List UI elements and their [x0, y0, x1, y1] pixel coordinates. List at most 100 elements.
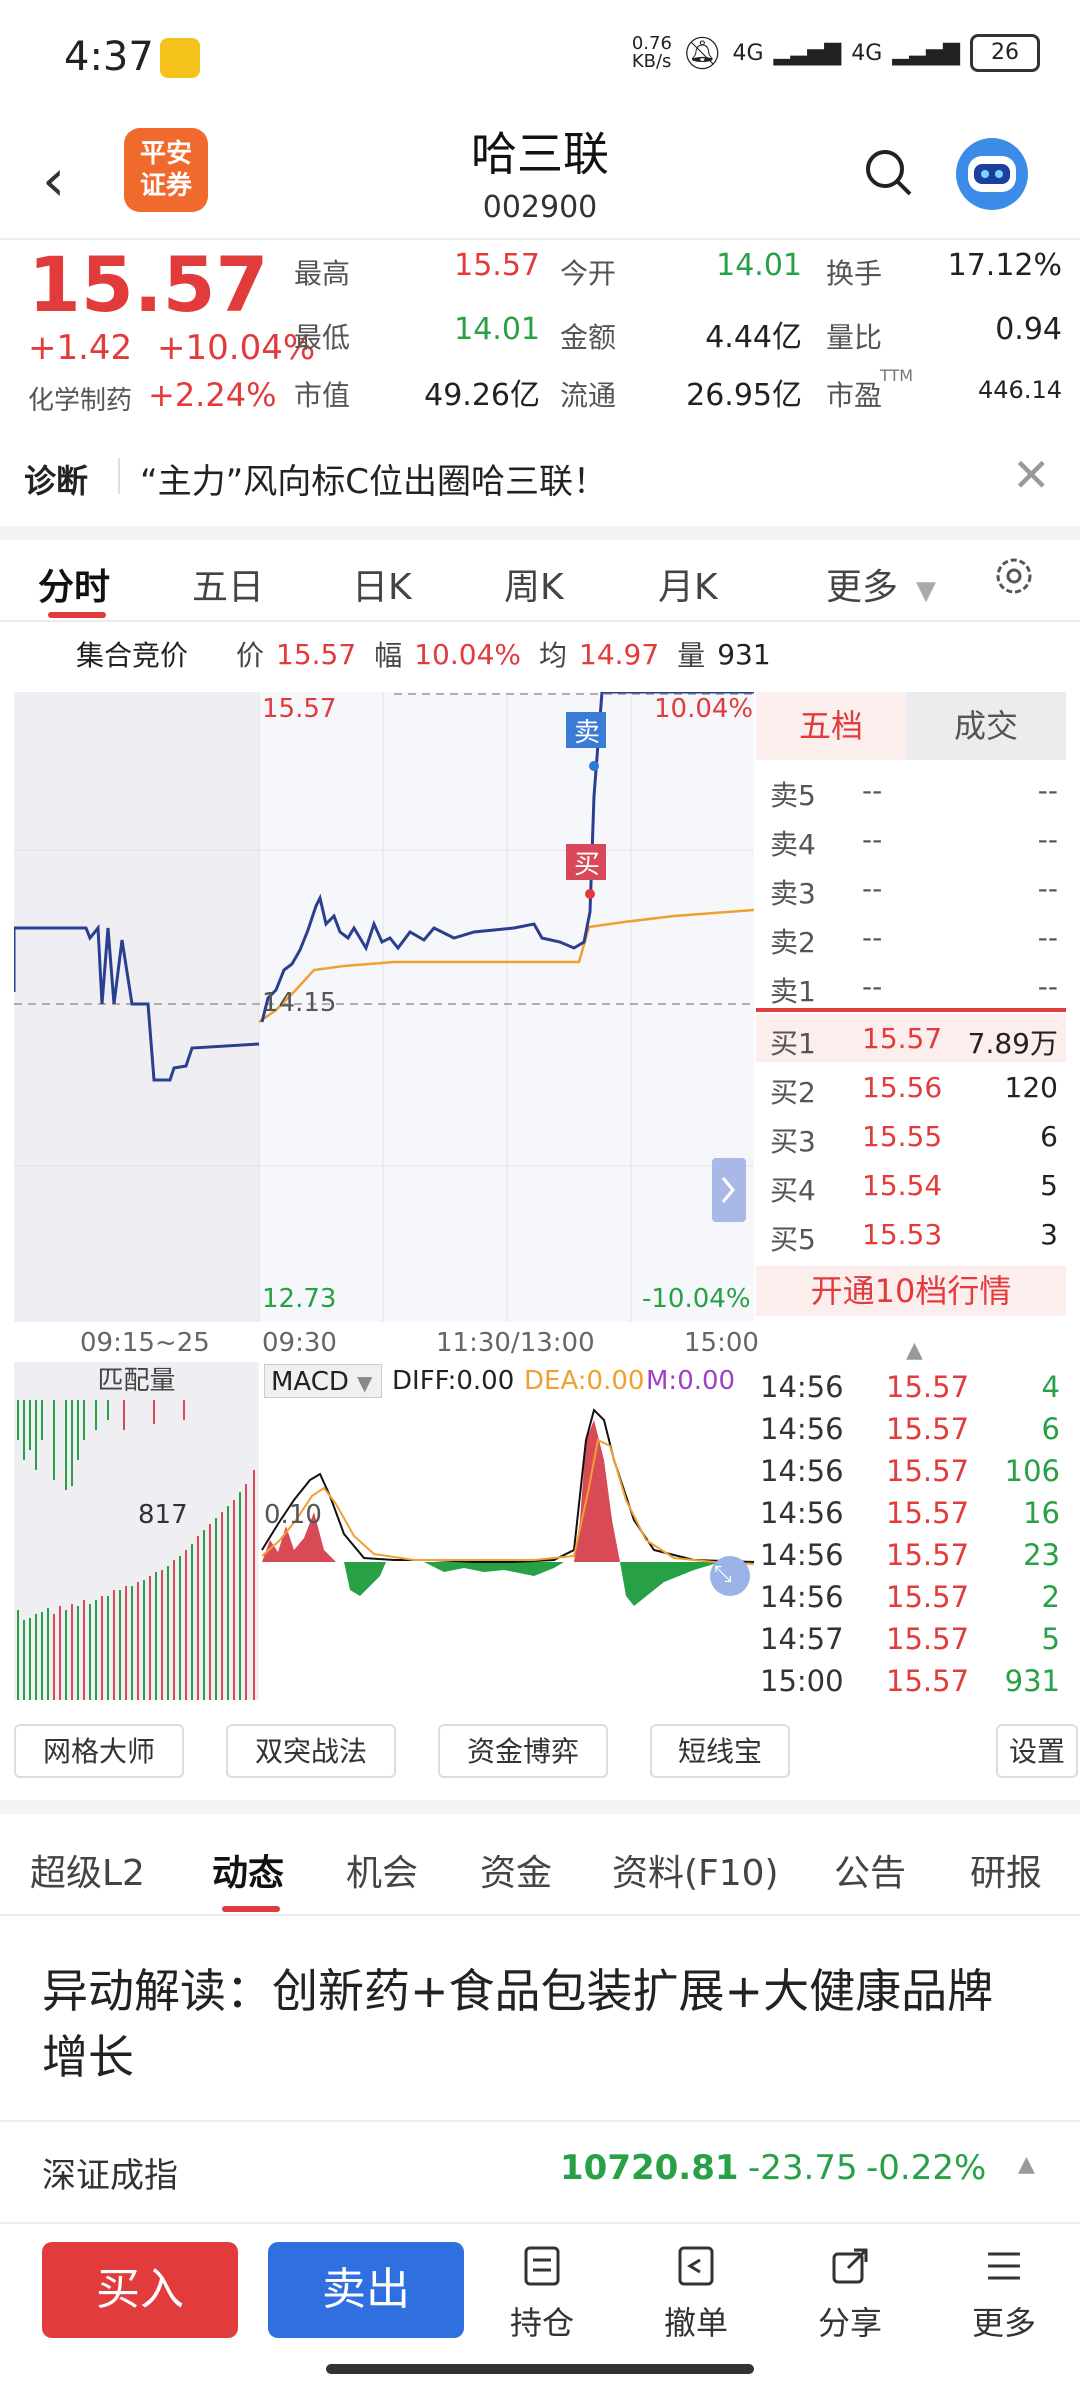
sell-button[interactable]: 卖出 — [268, 2242, 464, 2338]
diagnosis-text[interactable]: “主力”风向标C位出圈哈三联！ — [140, 454, 607, 503]
buy-button[interactable]: 买入 — [42, 2242, 238, 2338]
index-ticker[interactable]: 深证成指 10720.81 -23.75 -0.22% ▲ — [0, 2120, 1080, 2222]
quote-value-3: 14.01 — [454, 312, 540, 347]
buy-marker[interactable]: 买 — [574, 844, 600, 881]
auction-price: 15.57 — [276, 637, 357, 671]
ask-row[interactable]: 卖3 -- -- — [756, 864, 1066, 912]
share-icon — [832, 2248, 868, 2284]
macd-header: 匹配量 MACD ▼ DIFF:0.00 DEA:0.00 M:0.00 — [14, 1362, 754, 1400]
macd-m: M:0.00 — [646, 1366, 736, 1396]
quote-label-6: 市值 — [294, 379, 351, 412]
ask-row[interactable]: 卖2 -- -- — [756, 913, 1066, 961]
tick-row: 15:00 15.57 931 — [760, 1664, 1060, 1698]
expand-up-icon[interactable]: ▲ — [1018, 2152, 1035, 2177]
tab-opportunity[interactable]: 机会 — [346, 1844, 418, 1896]
undo-icon — [678, 2246, 714, 2286]
index-pct: -0.22% — [866, 2148, 987, 2188]
tick-row: 14:56 15.57 2 — [760, 1580, 1060, 1614]
tab-five-levels[interactable]: 五档 — [756, 692, 906, 760]
auction-info: 集合竞价 价 15.57 幅 10.04% 均 14.97 量 931 — [0, 624, 1080, 684]
auction-pct: 10.04% — [414, 637, 521, 671]
tab-research[interactable]: 研报 — [970, 1844, 1042, 1896]
auction-label: 集合竞价 — [76, 639, 189, 672]
tab-weekly-k[interactable]: 周K — [504, 558, 564, 610]
match-volume-label: 匹配量 — [14, 1362, 259, 1400]
share-button[interactable]: 分享 — [800, 2244, 900, 2344]
network-2: 4G — [851, 40, 883, 66]
assistant-robot-icon[interactable] — [956, 138, 1028, 210]
grid-master-button[interactable]: 网格大师 — [14, 1724, 184, 1778]
bid-row[interactable]: 买2 15.56 120 — [756, 1063, 1066, 1111]
quote-value-0: 15.57 — [454, 248, 540, 283]
strategy-settings-button[interactable]: 设置 — [996, 1724, 1078, 1778]
sell-marker[interactable]: 卖 — [574, 712, 600, 749]
cancel-order-button[interactable]: 撤单 — [646, 2244, 746, 2344]
network-1: 4G — [732, 40, 764, 66]
more-button[interactable]: 更多 — [954, 2244, 1054, 2344]
active-subtab-indicator — [222, 1906, 280, 1912]
bid-row[interactable]: 买5 15.53 3 — [756, 1210, 1066, 1258]
index-name: 深证成指 — [42, 2156, 178, 2196]
tab-daily-k[interactable]: 日K — [352, 558, 412, 610]
indicator-select[interactable]: MACD ▼ — [264, 1364, 382, 1398]
quote-label-0: 最高 — [294, 257, 351, 290]
upgrade-l2-banner[interactable]: 开通10档行情 — [756, 1266, 1066, 1316]
tab-funds[interactable]: 资金 — [480, 1844, 552, 1896]
tab-monthly-k[interactable]: 月K — [658, 558, 718, 610]
tab-more[interactable]: 更多 ▼ — [826, 558, 936, 610]
close-icon[interactable]: ✕ — [1012, 448, 1051, 502]
ask-row[interactable]: 卖4 -- -- — [756, 815, 1066, 863]
tick-row: 14:57 15.57 5 — [760, 1622, 1060, 1656]
tick-row: 14:56 15.57 4 — [760, 1370, 1060, 1404]
last-price: 15.57 — [28, 240, 269, 329]
signal-icon-1: ▂▃▅▇ — [773, 40, 842, 66]
tab-super-l2[interactable]: 超级L2 — [30, 1844, 145, 1896]
chart-tabs: 分时 五日 日K 周K 月K 更多 ▼ — [0, 540, 1080, 622]
settings-icon[interactable] — [992, 554, 1036, 602]
quote-label-7: 流通 — [560, 379, 617, 412]
tab-five-day[interactable]: 五日 — [192, 558, 264, 610]
mid-price-label: 14.15 — [262, 988, 337, 1018]
quote-value-6: 49.26亿 — [424, 378, 540, 413]
news-headline[interactable]: 异动解读：创新药+食品包装扩展+大健康品牌增长 — [42, 1958, 1022, 2090]
tab-announcements[interactable]: 公告 — [834, 1844, 906, 1896]
tick-row: 14:56 15.57 23 — [760, 1538, 1060, 1572]
time-axis: 09:15~25 09:30 11:30/13:00 15:00 — [80, 1328, 759, 1358]
bid-row[interactable]: 买1 15.57 7.89万 — [756, 1014, 1066, 1062]
high-pct-label: 10.04% — [654, 694, 754, 724]
tab-trades[interactable]: 成交 — [906, 692, 1066, 760]
auction-volume: 931 — [717, 637, 771, 671]
low-price-label: 12.73 — [262, 1284, 337, 1314]
quote-label-8: 市盈 — [826, 379, 883, 412]
match-volume-value: 817 — [138, 1500, 188, 1530]
bid-row[interactable]: 买4 15.54 5 — [756, 1161, 1066, 1209]
tab-f10[interactable]: 资料(F10) — [612, 1844, 779, 1896]
diagnosis-bar[interactable]: 诊断 “主力”风向标C位出圈哈三联！ ✕ — [0, 430, 1080, 526]
tab-news[interactable]: 动态 — [212, 1844, 284, 1896]
bid-row[interactable]: 买3 15.55 6 — [756, 1112, 1066, 1160]
quote-value-7: 26.95亿 — [686, 378, 802, 413]
dropdown-icon: ▼ — [916, 576, 937, 606]
macd-chart[interactable]: 817 0.10 ⤡ — [14, 1400, 755, 1700]
ask-row[interactable]: 卖1 -- -- — [756, 962, 1066, 1010]
stock-header: ‹ 平安 证券 哈三联 002900 — [0, 118, 1080, 238]
search-icon[interactable] — [864, 148, 914, 202]
price-change: +1.42 +10.04% — [28, 328, 316, 368]
fund-game-button[interactable]: 资金博弈 — [438, 1724, 608, 1778]
tick-row: 14:56 15.57 6 — [760, 1412, 1060, 1446]
ask-row[interactable]: 卖5 -- -- — [756, 766, 1066, 814]
bottom-action-bar: 买入 卖出 持仓 撤单 分享 更多 — [0, 2222, 1080, 2402]
mute-icon: 🔕︎ — [681, 34, 723, 72]
document-icon — [524, 2246, 560, 2286]
intraday-chart[interactable]: 卖 买 15.57 10.04% 14.15 12.73 -10.04% — [12, 690, 755, 1322]
quote-panel: 15.57 +1.42 +10.04% 化学制药 +2.24% 最高 15.57 今… — [0, 238, 1080, 430]
sector-name[interactable]: 化学制药 — [28, 380, 132, 417]
scroll-up-icon[interactable]: ▲ — [906, 1338, 923, 1363]
app-notification-icon — [160, 38, 200, 78]
status-bar: 4:37 0.76 KB/s 🔕︎ 4G ▂▃▅▇ 4G ▂▃▅▇ 26 — [0, 0, 1080, 118]
tab-intraday[interactable]: 分时 — [38, 558, 110, 610]
short-term-button[interactable]: 短线宝 — [650, 1724, 790, 1778]
positions-button[interactable]: 持仓 — [492, 2244, 592, 2344]
double-breakout-button[interactable]: 双突战法 — [226, 1724, 396, 1778]
expand-icon[interactable]: ⤡ — [714, 1562, 732, 1587]
